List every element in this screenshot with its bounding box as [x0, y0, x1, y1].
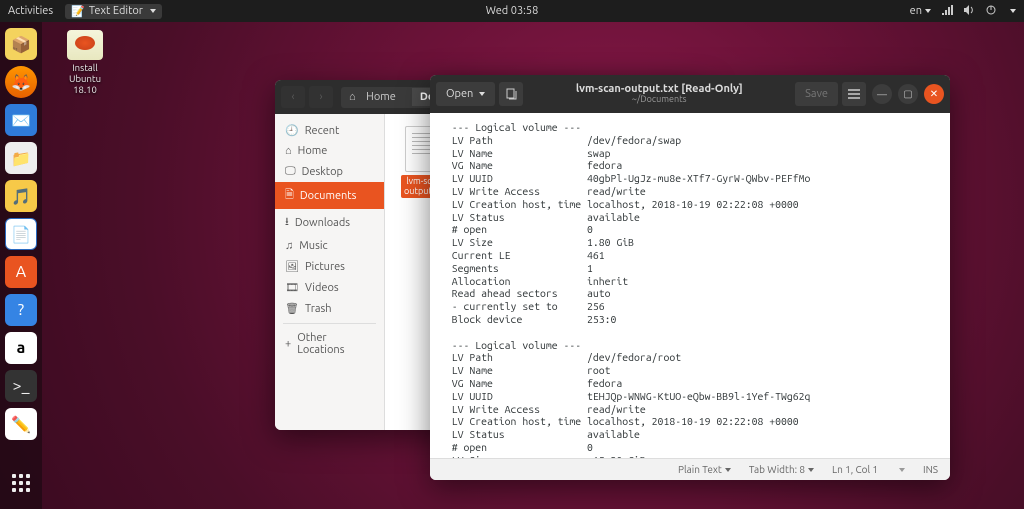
status-position: Ln 1, Col 1 [832, 464, 878, 475]
texteditor-icon: 📝 [71, 5, 85, 18]
videos-icon: 🎞 [285, 281, 299, 294]
power-icon[interactable] [985, 4, 997, 19]
cd-icon [67, 30, 103, 60]
window-title: lvm-scan-output.txt [Read-Only] ~/Docume… [527, 83, 791, 105]
appmenu-label: Text Editor [89, 5, 143, 17]
status-tabwidth[interactable]: Tab Width: 8 [749, 464, 814, 475]
crumb-home[interactable]: ⌂ Home [341, 88, 412, 106]
status-type[interactable]: Plain Text [678, 464, 731, 475]
activities-button[interactable]: Activities [8, 5, 53, 17]
dock-help[interactable]: ? [5, 294, 37, 326]
top-panel: Activities 📝 Text Editor Wed 03:58 en [0, 0, 1024, 22]
maximize-button[interactable]: ▢ [898, 84, 918, 104]
sidebar-item-home[interactable]: ⌂Home [275, 141, 384, 161]
back-button[interactable]: ‹ [281, 86, 305, 108]
close-button[interactable]: ✕ [924, 84, 944, 104]
separator [283, 323, 376, 324]
dock-amazon[interactable]: a [5, 332, 37, 364]
sidebar-item-trash[interactable]: 🗑Trash [275, 298, 384, 319]
sidebar-item-downloads[interactable]: ⭳Downloads [275, 209, 384, 236]
new-tab-button[interactable] [499, 82, 523, 106]
sidebar-item-pictures[interactable]: 🖼Pictures [275, 256, 384, 277]
text-content[interactable]: --- Logical volume --- LV Path /dev/fedo… [430, 113, 950, 458]
volume-icon[interactable] [963, 4, 975, 19]
dock-rhythmbox[interactable]: 🎵 [5, 180, 37, 212]
gedit-statusbar: Plain Text Tab Width: 8 Ln 1, Col 1 INS [430, 458, 950, 480]
desktop-icon-install-ubuntu[interactable]: Install Ubuntu 18.10 [55, 30, 115, 95]
status-insert[interactable]: INS [923, 464, 938, 475]
pictures-icon: 🖼 [285, 260, 299, 273]
network-icon[interactable] [941, 4, 953, 19]
sidebar-item-desktop[interactable]: 🖵Desktop [275, 161, 384, 182]
files-sidebar: 🕘Recent ⌂Home 🖵Desktop 🗎Documents ⭳Downl… [275, 114, 385, 430]
gedit-headerbar: Open lvm-scan-output.txt [Read-Only] ~/D… [430, 75, 950, 113]
minimize-button[interactable]: — [872, 84, 892, 104]
documents-icon: 🗎 [285, 186, 294, 205]
desktop-icon-label: Install Ubuntu 18.10 [55, 62, 115, 95]
dock-terminal[interactable]: >_ [5, 370, 37, 402]
dock-files[interactable]: 📁 [5, 142, 37, 174]
sidebar-item-music[interactable]: ♫Music [275, 236, 384, 256]
show-applications[interactable] [5, 467, 37, 499]
plus-icon: + [285, 338, 291, 350]
open-button[interactable]: Open [436, 82, 495, 106]
save-button[interactable]: Save [795, 82, 838, 106]
desktop-icon: 🖵 [285, 165, 296, 178]
lang-indicator[interactable]: en [910, 5, 931, 17]
dock-firefox[interactable]: 🦊 [5, 66, 37, 98]
subtitle-text: ~/Documents [527, 95, 791, 105]
system-tray: en [910, 4, 1016, 19]
appmenu-texteditor[interactable]: 📝 Text Editor [65, 4, 162, 19]
gedit-window: Open lvm-scan-output.txt [Read-Only] ~/D… [430, 75, 950, 480]
downloads-icon: ⭳ [285, 213, 289, 232]
forward-button[interactable]: › [309, 86, 333, 108]
sidebar-item-recent[interactable]: 🕘Recent [275, 120, 384, 141]
dock-libreoffice[interactable]: 📄 [5, 218, 37, 250]
sidebar-item-videos[interactable]: 🎞Videos [275, 277, 384, 298]
hamburger-button[interactable] [842, 82, 866, 106]
dock-gedit[interactable]: ✏️ [5, 408, 37, 440]
dock: 📦 🦊 ✉️ 📁 🎵 📄 A ? a >_ ✏️ [0, 22, 42, 509]
clock-icon: 🕘 [285, 124, 299, 137]
chevron-down-icon [150, 9, 156, 13]
music-icon: ♫ [285, 240, 293, 252]
chevron-down-icon [899, 468, 905, 472]
dock-archive[interactable]: 📦 [5, 28, 37, 60]
new-doc-icon [505, 88, 517, 100]
dock-software[interactable]: A [5, 256, 37, 288]
sidebar-item-documents[interactable]: 🗎Documents [275, 182, 384, 209]
sidebar-item-other[interactable]: +Other Locations [275, 328, 384, 360]
hamburger-icon [848, 89, 860, 99]
dock-thunderbird[interactable]: ✉️ [5, 104, 37, 136]
chevron-down-icon [1010, 9, 1016, 13]
home-icon: ⌂ [285, 145, 292, 157]
clock[interactable]: Wed 03:58 [486, 5, 539, 17]
trash-icon: 🗑 [285, 302, 299, 315]
